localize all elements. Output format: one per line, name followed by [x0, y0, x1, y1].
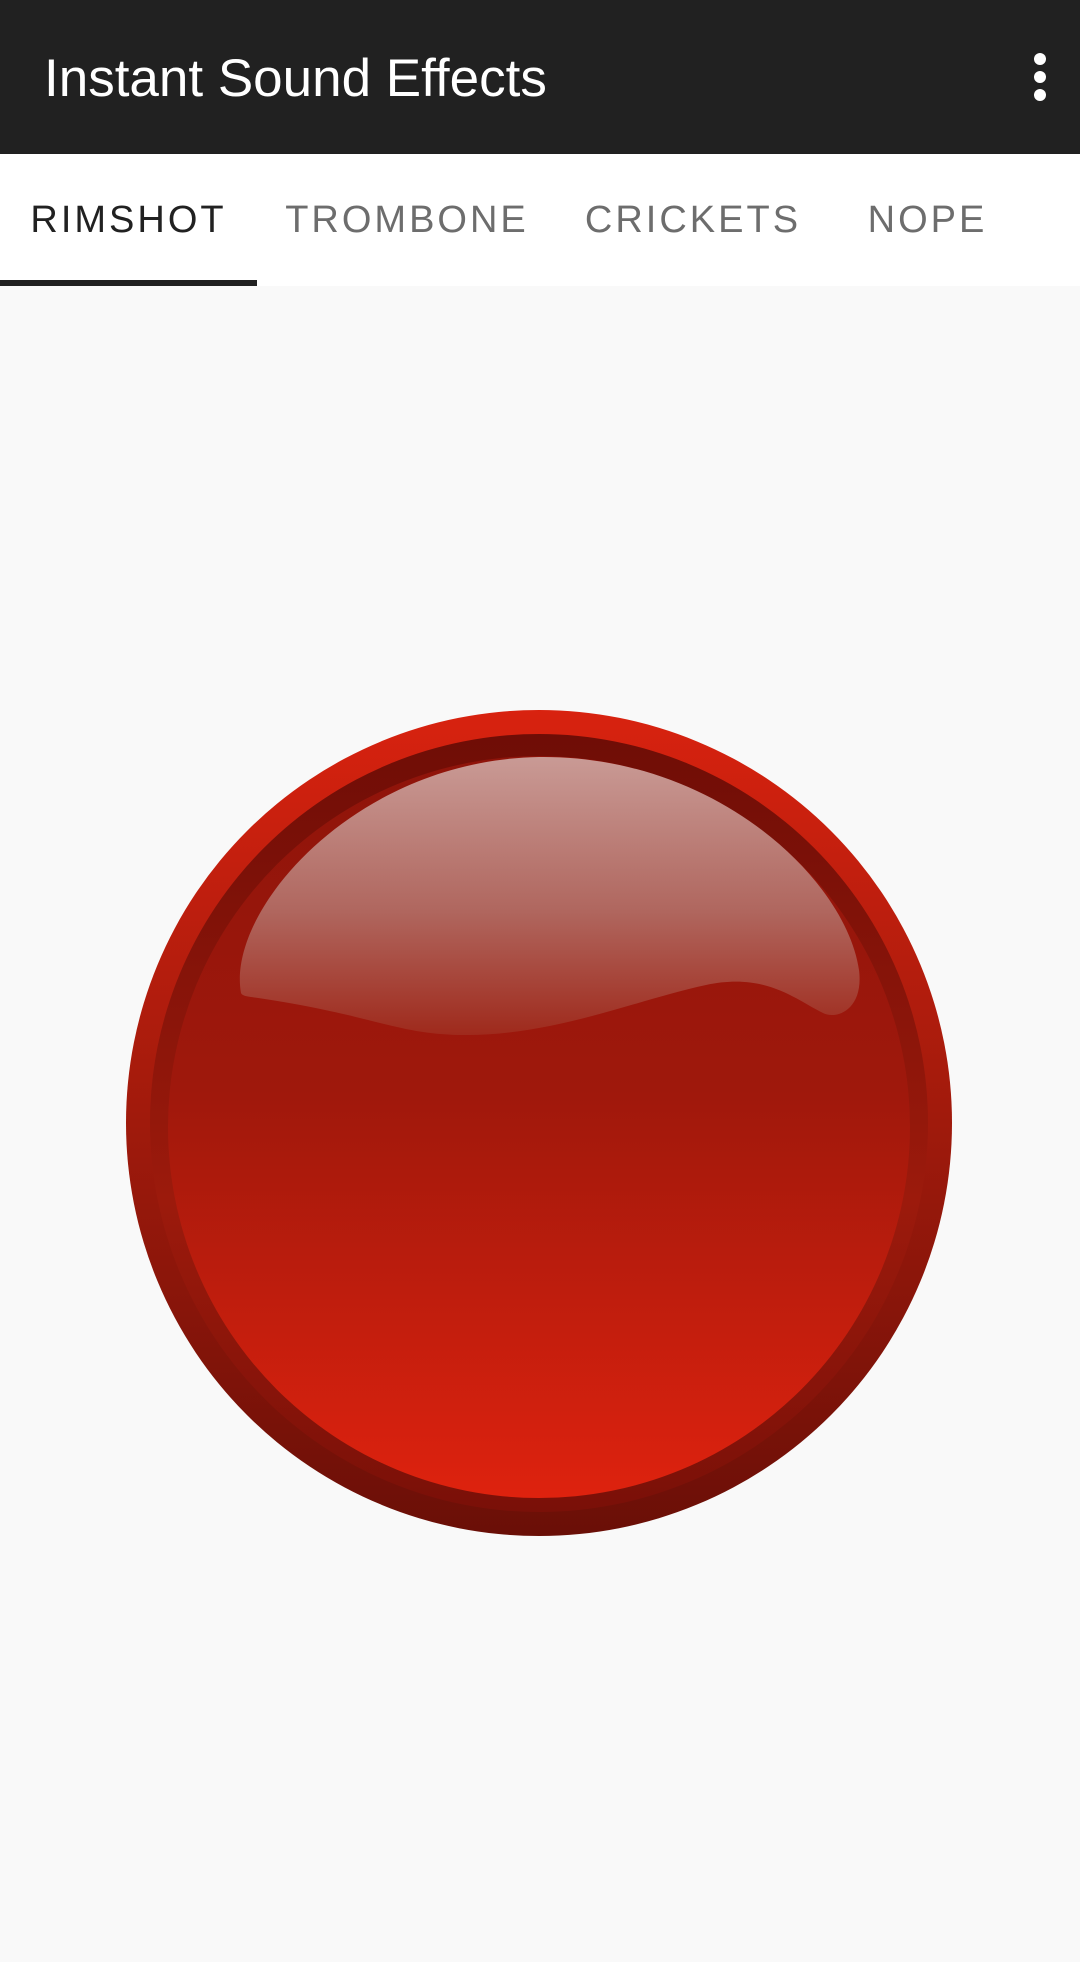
overflow-menu-button[interactable] [1000, 37, 1080, 117]
red-glossy-button-icon [126, 710, 952, 1536]
more-vert-icon [1034, 53, 1046, 101]
tab-rimshot[interactable]: RIMSHOT [0, 154, 257, 286]
tab-trombone[interactable]: TROMBONE [257, 154, 557, 286]
app-bar: Instant Sound Effects [0, 0, 1080, 154]
play-sound-button[interactable] [126, 710, 952, 1536]
app-title: Instant Sound Effects [44, 49, 547, 108]
tab-nope[interactable]: NOPE [829, 154, 1026, 286]
tab-bar: RIMSHOT TROMBONE CRICKETS NOPE [0, 154, 1080, 286]
tab-crickets[interactable]: CRICKETS [557, 154, 829, 286]
